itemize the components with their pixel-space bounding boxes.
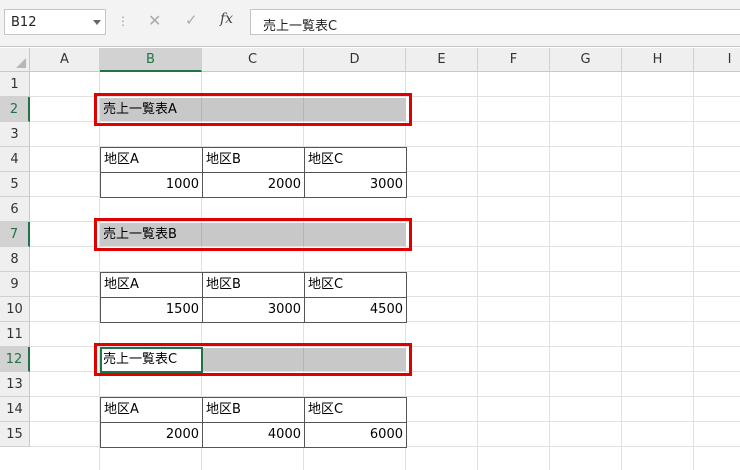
formula-text: 売上一覧表C [263,19,338,34]
header-cell[interactable]: 地区B [202,272,305,298]
header-cell[interactable]: 地区A [100,397,203,423]
confirm-icon[interactable]: ✓ [185,11,198,29]
value-cell[interactable]: 2000 [202,172,305,198]
row-header-12[interactable]: 12 [0,347,30,372]
row-header-1[interactable]: 1 [0,72,30,97]
highlight-frame [94,93,412,126]
value-cell[interactable]: 3000 [202,297,305,323]
highlight-frame [94,343,412,376]
value-cell[interactable]: 4500 [304,297,407,323]
column-header-g[interactable]: G [550,48,622,72]
row-header-4[interactable]: 4 [0,147,30,172]
row-header-11[interactable]: 11 [0,322,30,347]
more-options-icon[interactable]: ⋮ [117,14,129,28]
value-cell[interactable]: 1500 [100,297,203,323]
column-header-h[interactable]: H [622,48,694,72]
name-box-value: B12 [11,15,37,30]
column-header-f[interactable]: F [478,48,550,72]
chevron-down-icon[interactable] [93,20,101,25]
row-header-7[interactable]: 7 [0,222,30,247]
row-header-14[interactable]: 14 [0,397,30,422]
header-cell[interactable]: 地区C [304,272,407,298]
row-header-9[interactable]: 9 [0,272,30,297]
header-cell[interactable]: 地区C [304,147,407,173]
value-cell[interactable]: 6000 [304,422,407,448]
name-box[interactable]: B12 [4,9,106,35]
column-header-a[interactable]: A [30,48,100,72]
column-header-i[interactable]: I [694,48,740,72]
row-header-10[interactable]: 10 [0,297,30,322]
column-header-c[interactable]: C [202,48,304,72]
insert-function-icon[interactable]: fx [220,11,233,27]
row-header-6[interactable]: 6 [0,197,30,222]
select-all-triangle-icon [16,58,26,68]
row-header-13[interactable]: 13 [0,372,30,397]
column-header-e[interactable]: E [406,48,478,72]
column-header-b[interactable]: B [100,48,202,72]
value-cell[interactable]: 2000 [100,422,203,448]
cancel-icon[interactable]: ✕ [148,11,161,30]
row-header-2[interactable]: 2 [0,97,30,122]
formula-bar: B12 ⋮ ✕ ✓ fx 売上一覧表C [0,0,740,47]
header-cell[interactable]: 地区B [202,397,305,423]
row-header-15[interactable]: 15 [0,422,30,447]
header-cell[interactable]: 地区C [304,397,407,423]
row-header-8[interactable]: 8 [0,247,30,272]
column-header-d[interactable]: D [304,48,406,72]
value-cell[interactable]: 1000 [100,172,203,198]
worksheet-grid[interactable]: A B C D E F G H I 1 2 3 4 5 6 7 8 9 10 11 12 13 14 15 売上一覧表A 地区A 1… [0,48,740,470]
highlight-frame [94,218,412,251]
row-header-5[interactable]: 5 [0,172,30,197]
header-cell[interactable]: 地区A [100,272,203,298]
select-all-button[interactable] [0,48,30,72]
header-cell[interactable]: 地区A [100,147,203,173]
formula-input[interactable]: 売上一覧表C [250,9,740,35]
value-cell[interactable]: 4000 [202,422,305,448]
value-cell[interactable]: 3000 [304,172,407,198]
header-cell[interactable]: 地区B [202,147,305,173]
row-header-3[interactable]: 3 [0,122,30,147]
